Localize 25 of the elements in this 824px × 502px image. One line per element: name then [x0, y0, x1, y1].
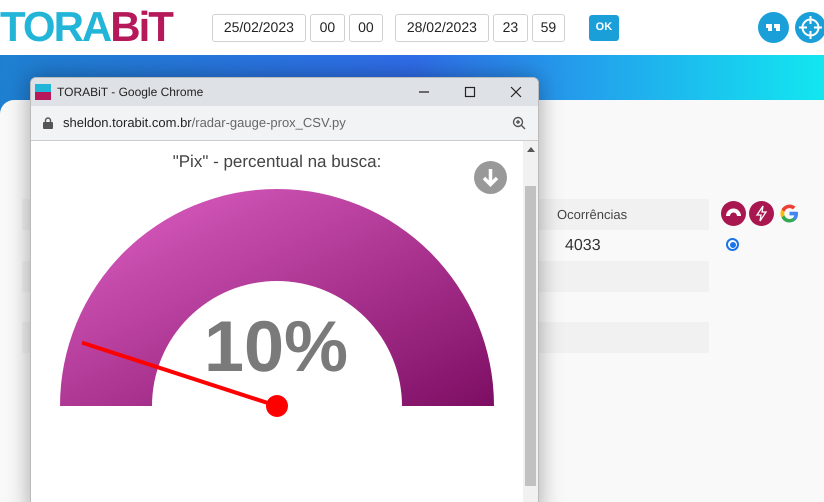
filter-field[interactable]: 28/02/2023 — [394, 14, 489, 42]
radio-button[interactable] — [726, 238, 739, 251]
quote-icon[interactable] — [758, 12, 789, 43]
filter-field[interactable]: 00 — [348, 14, 383, 42]
app-icon — [35, 84, 51, 100]
gauge-icon[interactable] — [721, 201, 746, 226]
maximize-icon[interactable] — [464, 86, 476, 98]
download-icon[interactable] — [474, 161, 507, 194]
filter-field[interactable]: 59 — [532, 14, 565, 42]
scroll-up-icon[interactable] — [526, 147, 534, 152]
logo: TORABiT — [0, 2, 174, 52]
crosshair-icon[interactable] — [795, 12, 824, 43]
window-title: TORABiT - Google Chrome — [57, 84, 204, 101]
lock-icon — [43, 117, 53, 129]
filter-field[interactable]: 00 — [310, 14, 345, 42]
close-icon[interactable] — [510, 86, 522, 98]
table-cell-text: 4033 — [565, 236, 601, 256]
filter-field[interactable]: 23 — [492, 14, 528, 42]
lightning-icon[interactable] — [749, 201, 774, 226]
scrollbar-thumb[interactable] — [525, 186, 536, 486]
filter-field[interactable]: 25/02/2023 — [212, 14, 306, 42]
gauge-title: "Pix" - percentual na busca: — [172, 151, 382, 173]
column-header: Ocorrências — [557, 206, 628, 224]
gauge-reading: 10% — [204, 307, 348, 387]
zoom-icon[interactable] — [512, 116, 526, 130]
